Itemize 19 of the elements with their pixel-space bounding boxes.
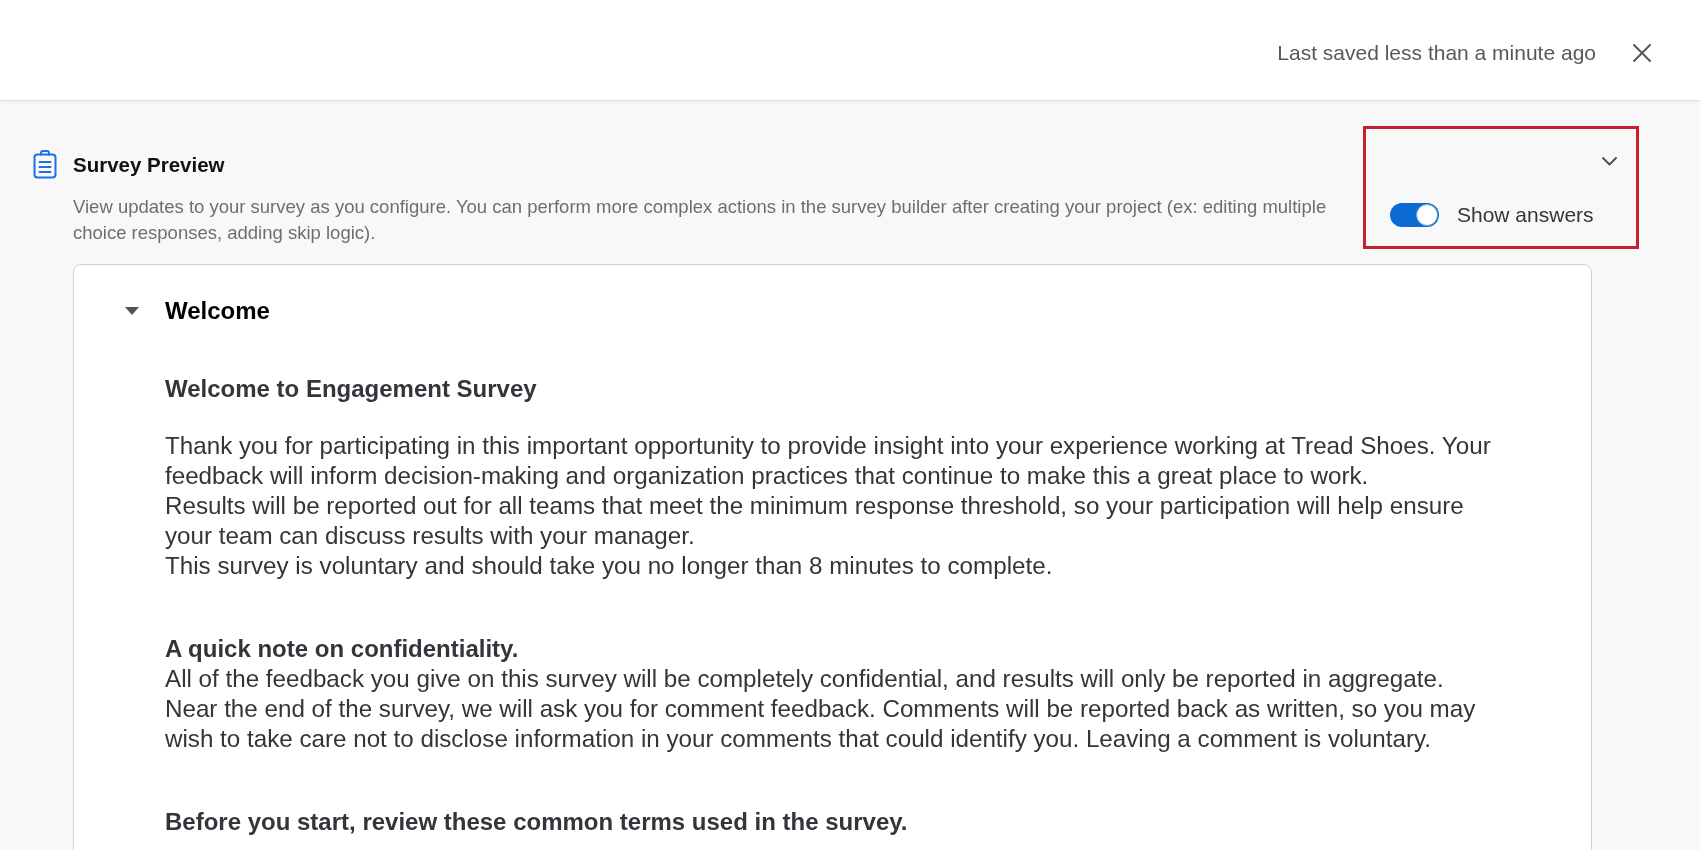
section-heading: A quick note on confidentiality. (165, 634, 520, 664)
save-status: Last saved less than a minute ago (1277, 40, 1596, 66)
answers-toggle[interactable] (1390, 203, 1439, 227)
close-button[interactable] (1632, 43, 1652, 63)
section-heading: Before you start, review these common terms used in the survey. (165, 807, 909, 837)
body-paragraph: All of the feedback you give on this survey will be completely confidential, and results will only be reported in aggregate. (165, 664, 1445, 694)
panel-title: Survey Preview (73, 151, 225, 178)
chevron-down-icon[interactable] (1602, 157, 1617, 166)
caret-down-icon[interactable] (125, 307, 139, 315)
body-paragraph: This survey is voluntary and should take you no longer than 8 minutes to complete. (165, 551, 1054, 581)
panel-description: View updates to your survey as you configure. You can perform more complex actions in the survey builder after creating your project (ex: editing multiple choice responses, adding skip logic). (73, 195, 1328, 245)
toggle-label: Show answers (1457, 202, 1594, 228)
body-paragraph: Thank you for participating in this important opportunity to provide insight into your experience working at Tread Shoes. Your feedback will inform decision-making and organization practices that continue to make this a great place to work. (165, 431, 1492, 491)
close-icon (1632, 43, 1652, 63)
block-title: Welcome (165, 296, 270, 326)
welcome-heading: Welcome to Engagement Survey (165, 374, 538, 404)
body-paragraph: Near the end of the survey, we will ask you for comment feedback. Comments will be reported back as written, so you may wish to take care not to disclose information in your comments that could identify you. Leaving a comment is voluntary. (165, 694, 1477, 754)
clipboard-icon (33, 150, 57, 179)
body-paragraph: Results will be reported out for all teams that meet the minimum response threshold, so your participation will help ensure your team can discuss results with your manager. (165, 491, 1465, 551)
